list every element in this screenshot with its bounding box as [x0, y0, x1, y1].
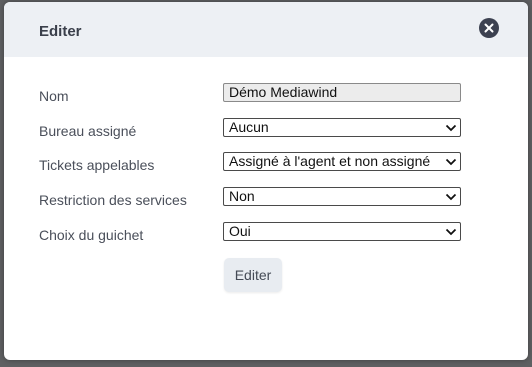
chevron-down-icon — [445, 158, 457, 166]
bureau-label: Bureau assigné — [39, 123, 137, 139]
restriction-label: Restriction des services — [39, 192, 187, 208]
edit-dialog: Editer Nom Démo Mediawind Bureau assigné… — [4, 2, 528, 360]
tickets-select[interactable]: Assigné à l'agent et non assigné — [223, 152, 461, 171]
restriction-select[interactable]: Non — [223, 187, 461, 206]
chevron-down-icon — [445, 124, 457, 132]
nom-label: Nom — [39, 88, 69, 104]
chevron-down-icon — [445, 228, 457, 236]
chevron-down-icon — [445, 193, 457, 201]
editer-button[interactable]: Editer — [224, 258, 282, 292]
guichet-select[interactable]: Oui — [223, 222, 461, 241]
tickets-value: Assigné à l'agent et non assigné — [229, 153, 431, 169]
close-button[interactable] — [479, 18, 499, 38]
bureau-value: Aucun — [229, 119, 269, 135]
dialog-title: Editer — [39, 23, 82, 40]
dialog-header: Editer — [4, 2, 528, 57]
tickets-label: Tickets appelables — [39, 157, 155, 173]
guichet-label: Choix du guichet — [39, 227, 144, 243]
close-icon — [484, 23, 494, 33]
bureau-select[interactable]: Aucun — [223, 118, 461, 137]
nom-value: Démo Mediawind — [229, 84, 338, 100]
nom-field: Démo Mediawind — [223, 83, 461, 102]
guichet-value: Oui — [229, 223, 251, 239]
restriction-value: Non — [229, 188, 255, 204]
